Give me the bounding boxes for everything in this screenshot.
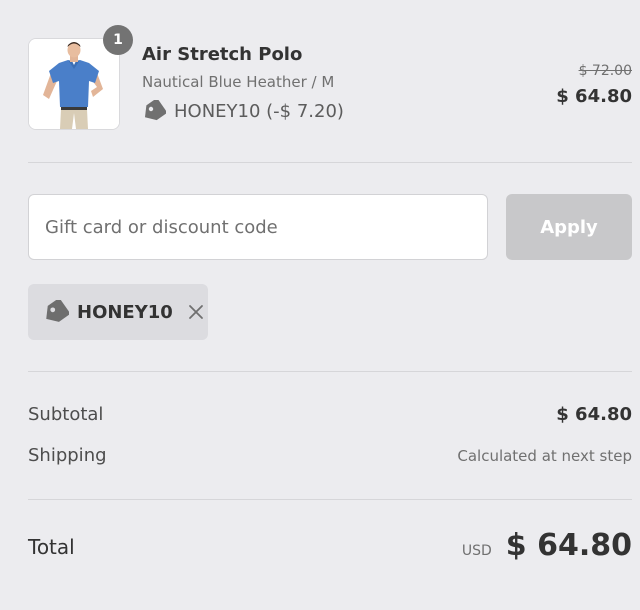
applied-discount-chip: HONEY10: [28, 284, 208, 340]
product-discount-label: HONEY10 (-$ 7.20): [174, 100, 344, 122]
discount-code-input[interactable]: [28, 194, 488, 260]
original-price: $ 72.00: [578, 63, 632, 79]
divider: [28, 499, 632, 500]
product-title: Air Stretch Polo: [142, 44, 303, 65]
close-icon[interactable]: [187, 303, 205, 321]
tag-icon: [144, 100, 166, 121]
divider: [28, 162, 632, 163]
subtotal-label: Subtotal: [28, 404, 104, 425]
product-price: $ 64.80: [556, 86, 632, 107]
total-label: Total: [28, 535, 75, 559]
discount-code-label: HONEY10: [77, 301, 173, 323]
product-thumbnail-wrap: 1: [28, 25, 133, 130]
total-amount: $ 64.80: [505, 528, 632, 563]
shipping-label: Shipping: [28, 445, 107, 466]
product-discount: HONEY10 (-$ 7.20): [142, 99, 344, 123]
product-variant: Nautical Blue Heather / M: [142, 73, 335, 91]
divider: [28, 371, 632, 372]
line-item: 1 Air Stretch Polo Nautical Blue Heather…: [28, 25, 632, 130]
apply-button[interactable]: Apply: [506, 194, 632, 260]
tag-icon: [46, 300, 69, 322]
total-value: USD $ 64.80: [462, 528, 632, 563]
product-image: [28, 38, 120, 130]
currency-code: USD: [461, 543, 492, 559]
shipping-value: Calculated at next step: [457, 447, 632, 465]
subtotal-value: $ 64.80: [556, 404, 632, 425]
quantity-badge: 1: [103, 25, 133, 55]
